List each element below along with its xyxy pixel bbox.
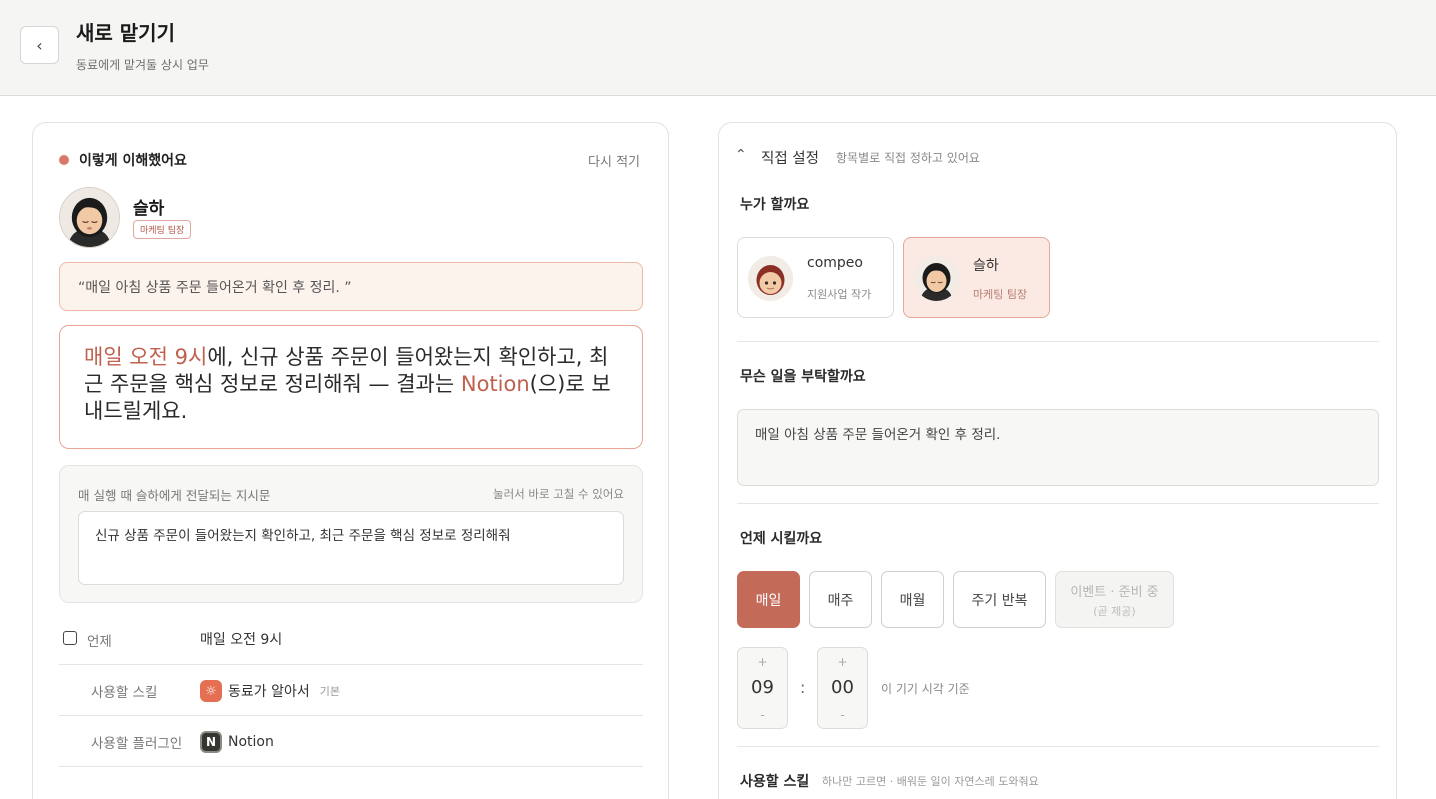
header: ‹ 새로 맡기기 동료에게 맡겨둘 상시 업무 bbox=[0, 0, 1436, 96]
row-value-sub: 기본 bbox=[319, 685, 340, 698]
back-button[interactable]: ‹ bbox=[20, 26, 59, 64]
hour-minus-button[interactable]: - bbox=[738, 708, 787, 722]
summary-text: 매일 오전 9시에, 신규 상품 주문이 들어왔는지 확인하고, 최근 주문을 … bbox=[59, 325, 643, 449]
detail-row-skill: 사용할 스킬 ☼ 동료가 알아서 기본 bbox=[59, 665, 643, 716]
avatar bbox=[748, 256, 793, 301]
skill-section-hint: 하나만 고르면 · 배워둔 일이 자연스레 도와줘요 bbox=[822, 775, 1039, 788]
freq-event-button: 이벤트 · 준비 중 (곧 제공) bbox=[1055, 571, 1174, 628]
summary-when: 매일 오전 9시 bbox=[84, 345, 208, 369]
hour-value: 09 bbox=[751, 677, 774, 698]
time-colon: : bbox=[800, 678, 806, 697]
row-label: 언제 bbox=[87, 634, 112, 650]
skill-section-title: 사용할 스킬 bbox=[740, 774, 810, 790]
instruction-panel: 매 실행 때 슬하에게 전달되는 지시문 눌러서 바로 고칠 수 있어요 신규 … bbox=[59, 465, 643, 603]
row-value: 매일 오전 9시 bbox=[200, 629, 282, 649]
role-badge: 마케팅 팀장 bbox=[133, 220, 192, 239]
page-title: 새로 맡기기 bbox=[76, 21, 175, 45]
hour-stepper[interactable]: + 09 - bbox=[737, 647, 788, 729]
freq-daily-button[interactable]: 매일 bbox=[737, 571, 800, 628]
instruction-hint: 눌러서 바로 고칠 수 있어요 bbox=[492, 487, 624, 501]
detail-row-plugin: 사용할 플러그인 N Notion bbox=[59, 716, 643, 767]
person-name: 슬하 bbox=[133, 199, 165, 219]
row-value: N Notion bbox=[200, 731, 274, 753]
minute-minus-button[interactable]: - bbox=[818, 708, 867, 722]
person-option-compeo[interactable]: compeo 지원사업 작가 bbox=[737, 237, 894, 318]
instruction-label: 매 실행 때 슬하에게 전달되는 지시문 bbox=[78, 488, 271, 503]
hour-plus-button[interactable]: + bbox=[738, 655, 787, 669]
who-section-title: 누가 할까요 bbox=[740, 197, 810, 213]
notion-icon: N bbox=[200, 731, 222, 753]
freq-weekly-button[interactable]: 매주 bbox=[809, 571, 872, 628]
time-hint: 이 기기 시각 기준 bbox=[881, 682, 970, 696]
event-label: 이벤트 · 준비 중 bbox=[1070, 584, 1159, 600]
page-subtitle: 동료에게 맡겨둘 상시 업무 bbox=[76, 58, 209, 72]
status-dot bbox=[59, 155, 69, 165]
minute-stepper[interactable]: + 00 - bbox=[817, 647, 868, 729]
task-input[interactable]: 매일 아침 상품 주문 들어온거 확인 후 정리. bbox=[737, 409, 1379, 486]
summary-destination: Notion bbox=[460, 372, 530, 396]
rewrite-button[interactable]: 다시 적기 bbox=[588, 151, 640, 170]
when-section-title: 언제 시킬까요 bbox=[740, 531, 823, 547]
instruction-field[interactable]: 신규 상품 주문이 들어왔는지 확인하고, 최근 주문을 핵심 정보로 정리해줘 bbox=[78, 511, 624, 585]
direct-settings-title[interactable]: 직접 설정 bbox=[761, 147, 819, 168]
event-sub: (곧 제공) bbox=[1093, 604, 1136, 618]
avatar bbox=[914, 256, 959, 301]
understood-title: 이렇게 이해했어요 bbox=[79, 153, 187, 169]
row-value-text: Notion bbox=[228, 734, 274, 750]
option-role: 마케팅 팀장 bbox=[973, 288, 1028, 301]
chevron-left-icon: ‹ bbox=[36, 35, 43, 55]
divider bbox=[737, 341, 1379, 342]
understood-card: 이렇게 이해했어요 다시 적기 슬하 마케팅 팀장 “매일 아침 상품 주문 들… bbox=[32, 122, 669, 799]
freq-monthly-button[interactable]: 매월 bbox=[881, 571, 944, 628]
task-section-title: 무슨 일을 부탁할까요 bbox=[740, 369, 866, 385]
option-name: 슬하 bbox=[973, 258, 999, 274]
direct-settings-card: ⌃ 직접 설정 항목별로 직접 정하고 있어요 누가 할까요 compeo 지원… bbox=[718, 122, 1397, 799]
divider bbox=[737, 503, 1379, 504]
detail-row-when: 언제 매일 오전 9시 bbox=[59, 614, 643, 665]
row-value: ☼ 동료가 알아서 기본 bbox=[200, 680, 340, 702]
sun-icon: ☼ bbox=[200, 680, 222, 702]
original-request-quote: “매일 아침 상품 주문 들어온거 확인 후 정리. ” bbox=[59, 262, 643, 311]
minute-plus-button[interactable]: + bbox=[818, 655, 867, 669]
freq-repeat-button[interactable]: 주기 반복 bbox=[953, 571, 1046, 628]
option-role: 지원사업 작가 bbox=[807, 288, 872, 301]
when-checkbox[interactable] bbox=[63, 631, 77, 645]
row-value-text: 동료가 알아서 bbox=[228, 684, 310, 700]
row-label: 사용할 스킬 bbox=[91, 685, 158, 701]
person-option-seulha[interactable]: 슬하 마케팅 팀장 bbox=[903, 237, 1050, 318]
row-value-text: 매일 오전 9시 bbox=[200, 632, 283, 648]
row-label: 사용할 플러그인 bbox=[91, 736, 183, 752]
minute-value: 00 bbox=[831, 677, 854, 698]
chevron-up-icon[interactable]: ⌃ bbox=[735, 147, 747, 163]
direct-settings-hint: 항목별로 직접 정하고 있어요 bbox=[836, 151, 980, 165]
avatar bbox=[59, 187, 120, 248]
option-name: compeo bbox=[807, 255, 863, 271]
divider bbox=[737, 746, 1379, 747]
